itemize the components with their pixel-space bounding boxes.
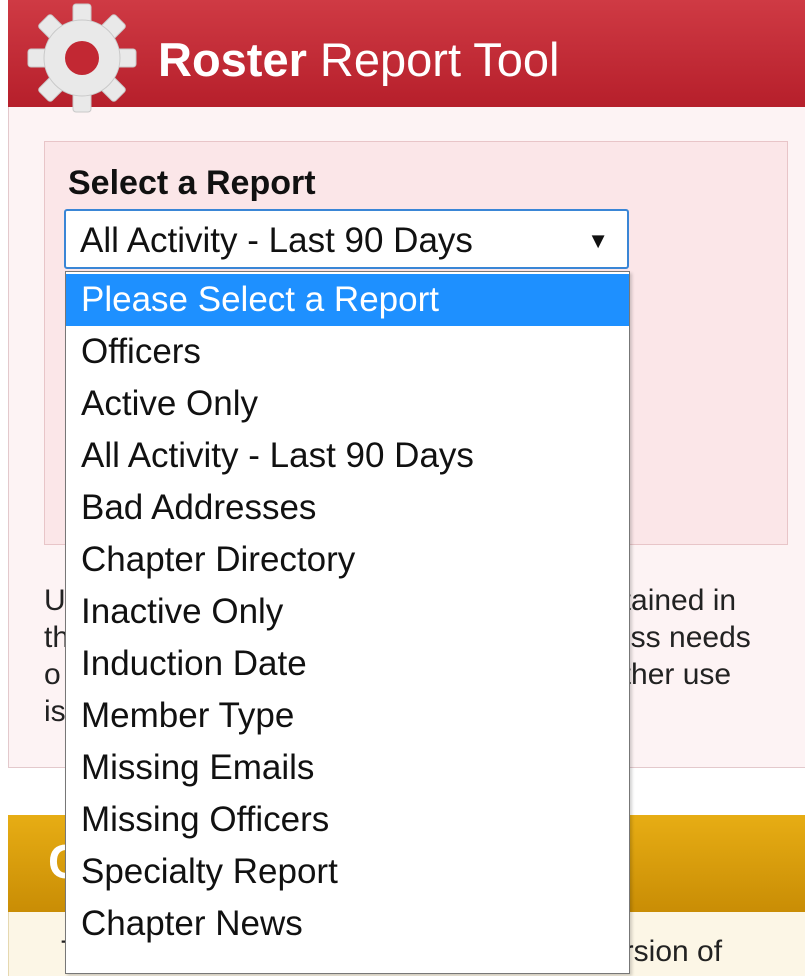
option-active-only[interactable]: Active Only: [66, 378, 629, 430]
select-report-label: Select a Report: [68, 164, 316, 202]
option-specialty-report[interactable]: Specialty Report: [66, 846, 629, 898]
report-dropdown-list[interactable]: Please Select a Report Officers Active O…: [65, 271, 630, 974]
option-chapter-news[interactable]: Chapter News: [66, 898, 629, 950]
option-officers[interactable]: Officers: [66, 326, 629, 378]
desc-line-2-right: ess needs: [614, 621, 751, 654]
desc-line-3-left: o: [44, 658, 61, 691]
gear-icon: [27, 3, 137, 113]
option-bad-addresses[interactable]: Bad Addresses: [66, 482, 629, 534]
title-bold: Roster: [158, 33, 307, 86]
title-rest: Report Tool: [306, 33, 560, 86]
report-select-value: All Activity - Last 90 Days: [80, 221, 473, 260]
option-member-type[interactable]: Member Type: [66, 690, 629, 742]
page-title: Roster Report Tool: [158, 30, 559, 90]
option-chapter-directory[interactable]: Chapter Directory: [66, 534, 629, 586]
option-missing-emails[interactable]: Missing Emails: [66, 742, 629, 794]
option-induction-date[interactable]: Induction Date: [66, 638, 629, 690]
report-select[interactable]: All Activity - Last 90 Days ▼: [64, 209, 629, 269]
option-inactive-only[interactable]: Inactive Only: [66, 586, 629, 638]
desc-line-4-left: is: [44, 695, 66, 728]
option-please-select[interactable]: Please Select a Report: [66, 274, 629, 326]
dropdown-arrow-icon: ▼: [587, 228, 609, 253]
roster-panel-header: Roster Report Tool: [8, 0, 805, 113]
desc-line-1-left: U: [44, 584, 66, 617]
option-missing-officers[interactable]: Missing Officers: [66, 794, 629, 846]
option-all-activity[interactable]: All Activity - Last 90 Days: [66, 430, 629, 482]
